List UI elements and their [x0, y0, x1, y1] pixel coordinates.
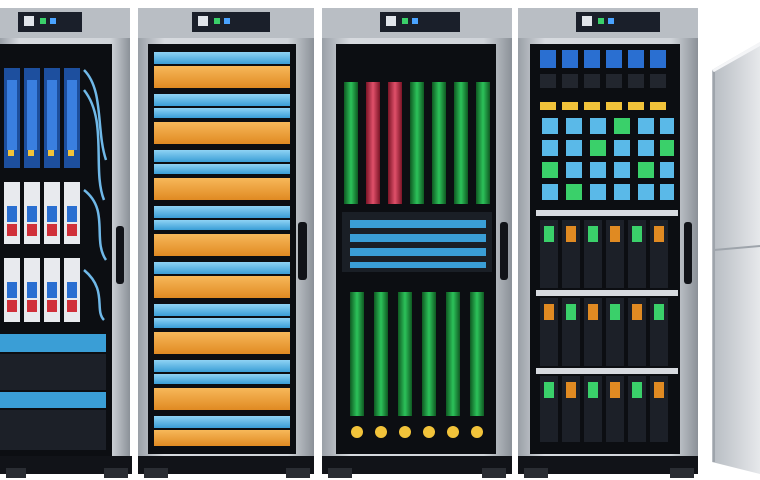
rack-green-boards	[322, 8, 512, 478]
rack-orange-blue-drives	[138, 8, 314, 478]
rack-left-partial	[0, 8, 132, 478]
rack-handle	[684, 222, 692, 284]
rack-right-cabinet	[712, 42, 760, 474]
rack-handle	[500, 222, 508, 280]
rack-handle	[116, 226, 124, 284]
drive-cages	[536, 220, 678, 442]
rack-blue-modules	[518, 8, 698, 478]
rack-handle	[298, 222, 307, 280]
drive-tray-middle	[342, 212, 492, 272]
server-rack-scene	[0, 8, 760, 478]
storage-shelves	[0, 334, 106, 450]
